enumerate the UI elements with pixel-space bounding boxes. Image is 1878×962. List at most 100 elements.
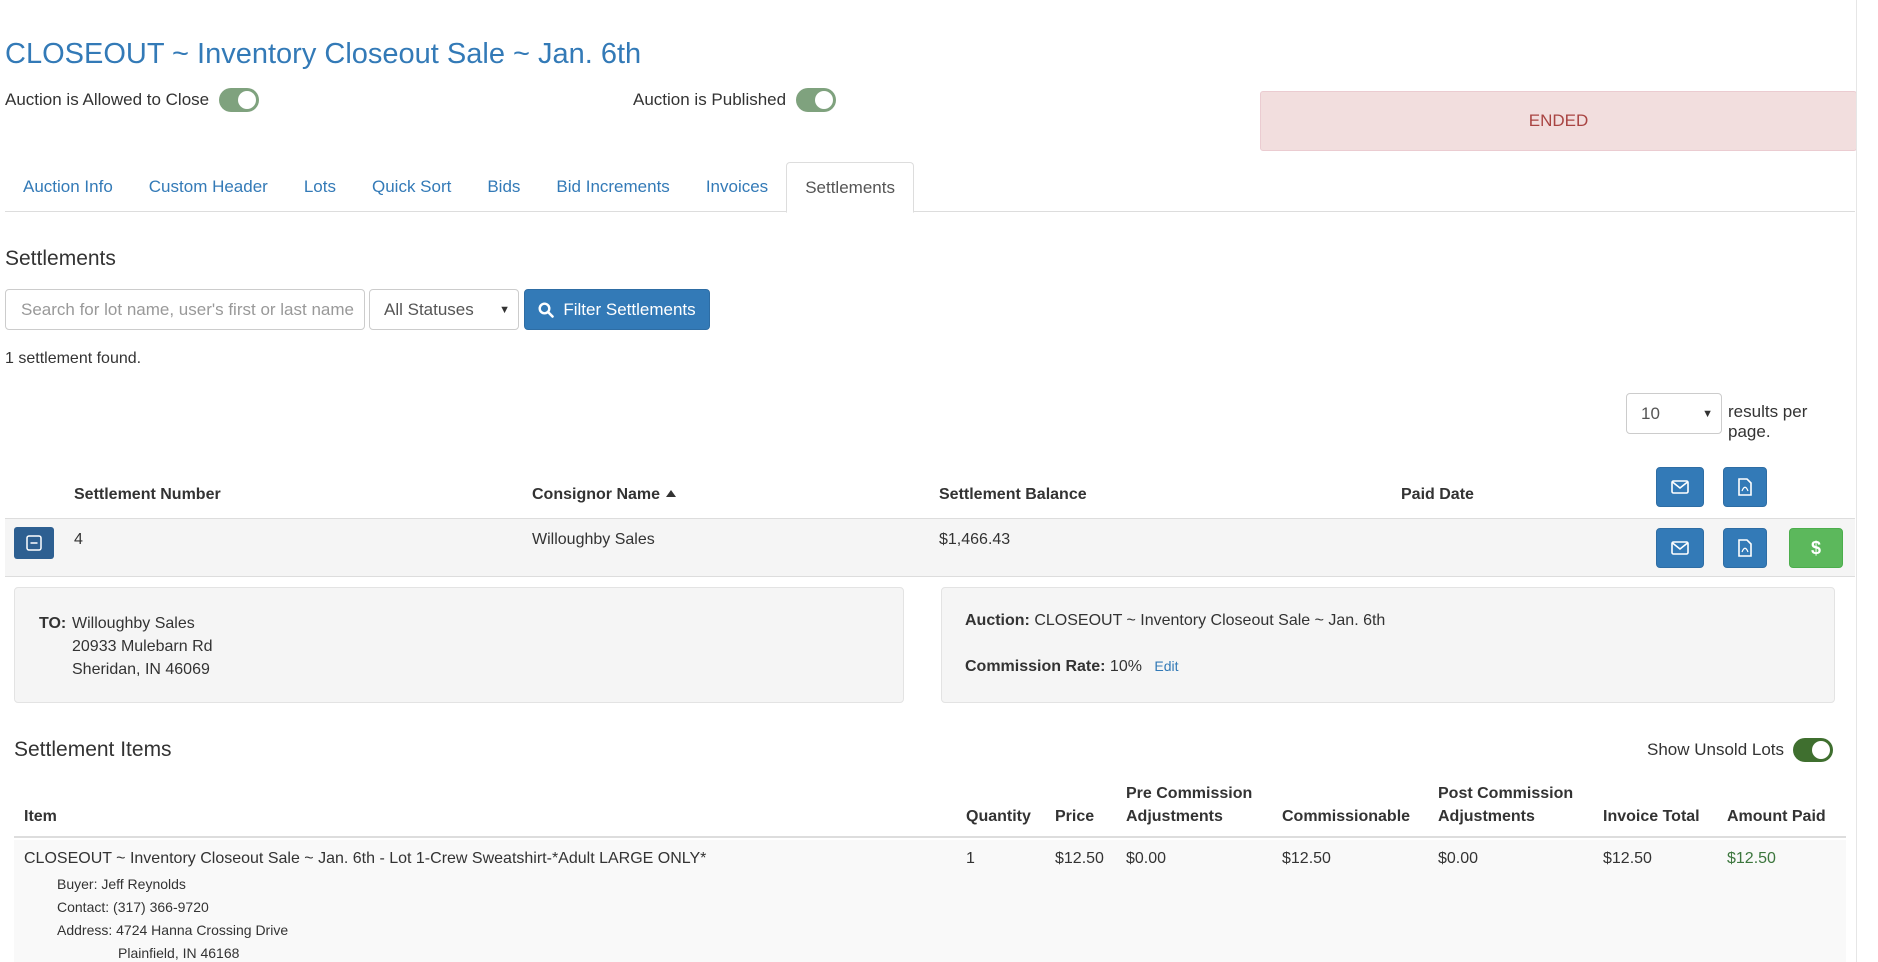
per-page-select[interactable]: 10 ▼	[1626, 393, 1722, 434]
col-pre-commission-line2: Adjustments	[1126, 808, 1223, 825]
item-amount-paid: $12.50	[1727, 850, 1776, 867]
published-toggle[interactable]	[796, 88, 837, 112]
col-consignor-name-label: Consignor Name	[532, 486, 661, 503]
envelope-icon	[1671, 480, 1689, 494]
pdf-file-icon	[1738, 539, 1752, 557]
settlement-items-header: Item Quantity Price Pre Commission Adjust…	[14, 780, 1846, 838]
table-row: 4 Willoughby Sales $1,466.43 $	[5, 518, 1855, 577]
item-name: CLOSEOUT ~ Inventory Closeout Sale ~ Jan…	[24, 850, 707, 867]
col-post-commission-line1: Post Commission	[1438, 785, 1574, 802]
page-scrollbar[interactable]	[1856, 0, 1878, 962]
dollar-icon: $	[1810, 537, 1821, 558]
item-pre-commission: $0.00	[1126, 850, 1167, 867]
tab-auction-info[interactable]: Auction Info	[5, 162, 131, 212]
auction-info-panel: Auction: CLOSEOUT ~ Inventory Closeout S…	[941, 587, 1835, 703]
caret-down-icon: ▼	[499, 303, 510, 316]
consignor-address-name: Willoughby Sales	[72, 615, 195, 632]
pdf-all-button[interactable]	[1723, 467, 1767, 507]
item-price: $12.50	[1055, 850, 1104, 867]
collapse-row-button[interactable]	[14, 527, 54, 559]
tab-bid-increments[interactable]: Bid Increments	[538, 162, 687, 212]
settlements-page: CLOSEOUT ~ Inventory Closeout Sale ~ Jan…	[5, 0, 1857, 962]
buyer-city: Plainfield, IN 46168	[118, 945, 240, 961]
settlement-number: 4	[74, 531, 83, 548]
auction-line: Auction: CLOSEOUT ~ Inventory Closeout S…	[965, 612, 1385, 630]
col-quantity: Quantity	[966, 808, 1031, 825]
per-page-label: results per page.	[1728, 402, 1808, 441]
buyer-address: Address: 4724 Hanna Crossing Drive	[57, 922, 289, 938]
allowed-to-close-label: Auction is Allowed to Close	[5, 90, 210, 109]
envelope-icon	[1671, 541, 1689, 555]
filter-settlements-label: Filter Settlements	[563, 299, 696, 319]
settlement-item-row: CLOSEOUT ~ Inventory Closeout Sale ~ Jan…	[14, 840, 1846, 962]
col-commissionable: Commissionable	[1282, 808, 1411, 825]
show-unsold-row: Show Unsold Lots	[1647, 738, 1834, 762]
section-title: Settlements	[5, 247, 116, 270]
published-row: Auction is Published	[633, 88, 837, 112]
status-select[interactable]: All Statuses ▼	[369, 289, 519, 330]
caret-down-icon: ▼	[1702, 407, 1713, 420]
edit-commission-link[interactable]: Edit	[1154, 658, 1178, 674]
consignor-address-city: Sheridan, IN 46069	[72, 661, 210, 678]
item-quantity: 1	[966, 850, 975, 867]
per-page-value: 10	[1641, 403, 1660, 423]
auction-status-alert: ENDED	[1260, 91, 1857, 151]
commission-value: 10%	[1109, 658, 1142, 675]
commission-line: Commission Rate: 10% Edit	[965, 658, 1179, 676]
item-commissionable: $12.50	[1282, 850, 1331, 867]
allowed-to-close-toggle[interactable]	[219, 88, 260, 112]
show-unsold-toggle[interactable]	[1793, 738, 1834, 762]
settlements-table-header: Settlement Number Consignor Name Settlem…	[5, 467, 1855, 518]
col-post-commission: Post Commission Adjustments	[1438, 782, 1573, 828]
pdf-file-icon	[1738, 478, 1752, 496]
filter-settlements-button[interactable]: Filter Settlements	[524, 289, 710, 330]
search-input[interactable]: Search for lot name, user's first or las…	[5, 289, 365, 330]
auction-value: CLOSEOUT ~ Inventory Closeout Sale ~ Jan…	[1034, 612, 1386, 629]
minus-square-icon	[26, 535, 42, 551]
col-price: Price	[1055, 808, 1095, 825]
consignor-name: Willoughby Sales	[532, 531, 655, 548]
email-all-button[interactable]	[1656, 467, 1704, 507]
published-label: Auction is Published	[633, 90, 787, 109]
col-paid-date[interactable]: Paid Date	[1401, 486, 1474, 504]
auction-status-text: ENDED	[1528, 111, 1589, 130]
col-item: Item	[24, 808, 57, 825]
consignor-address: Willoughby Sales 20933 Mulebarn Rd Sheri…	[72, 612, 213, 681]
col-pre-commission: Pre Commission Adjustments	[1126, 782, 1252, 828]
tab-lots[interactable]: Lots	[286, 162, 354, 212]
col-pre-commission-line1: Pre Commission	[1126, 785, 1253, 802]
col-consignor-name[interactable]: Consignor Name	[532, 486, 677, 504]
auction-tabs: Auction Info Custom Header Lots Quick So…	[5, 162, 1855, 213]
results-count: 1 settlement found.	[5, 350, 142, 367]
col-post-commission-line2: Adjustments	[1438, 808, 1535, 825]
consignor-address-panel: TO: Willoughby Sales 20933 Mulebarn Rd S…	[14, 587, 904, 703]
tab-invoices[interactable]: Invoices	[688, 162, 786, 212]
search-placeholder: Search for lot name, user's first or las…	[21, 299, 354, 319]
auction-label: Auction:	[965, 612, 1030, 629]
col-amount-paid: Amount Paid	[1727, 808, 1826, 825]
settlement-balance: $1,466.43	[939, 531, 1011, 548]
show-unsold-label: Show Unsold Lots	[1647, 740, 1785, 759]
settlement-items-title: Settlement Items	[14, 738, 172, 761]
tab-quick-sort[interactable]: Quick Sort	[354, 162, 469, 212]
col-settlement-number[interactable]: Settlement Number	[74, 486, 221, 504]
pay-settlement-button[interactable]: $	[1789, 528, 1843, 568]
tab-bids[interactable]: Bids	[469, 162, 538, 212]
buyer-name: Buyer: Jeff Reynolds	[57, 876, 186, 892]
sort-ascending-icon	[666, 490, 677, 497]
col-settlement-balance[interactable]: Settlement Balance	[939, 486, 1087, 504]
commission-label: Commission Rate:	[965, 658, 1106, 675]
allowed-to-close-row: Auction is Allowed to Close	[5, 88, 260, 112]
item-invoice-total: $12.50	[1603, 850, 1652, 867]
email-settlement-button[interactable]	[1656, 528, 1704, 568]
page-title: CLOSEOUT ~ Inventory Closeout Sale ~ Jan…	[5, 38, 642, 70]
buyer-contact: Contact: (317) 366-9720	[57, 899, 209, 915]
item-post-commission: $0.00	[1438, 850, 1479, 867]
col-invoice-total: Invoice Total	[1603, 808, 1700, 825]
pdf-settlement-button[interactable]	[1723, 528, 1767, 568]
tab-custom-header[interactable]: Custom Header	[131, 162, 286, 212]
status-select-value: All Statuses	[384, 299, 474, 319]
tab-settlements[interactable]: Settlements	[786, 162, 914, 213]
consignor-address-street: 20933 Mulebarn Rd	[72, 638, 213, 655]
search-icon	[538, 301, 555, 318]
